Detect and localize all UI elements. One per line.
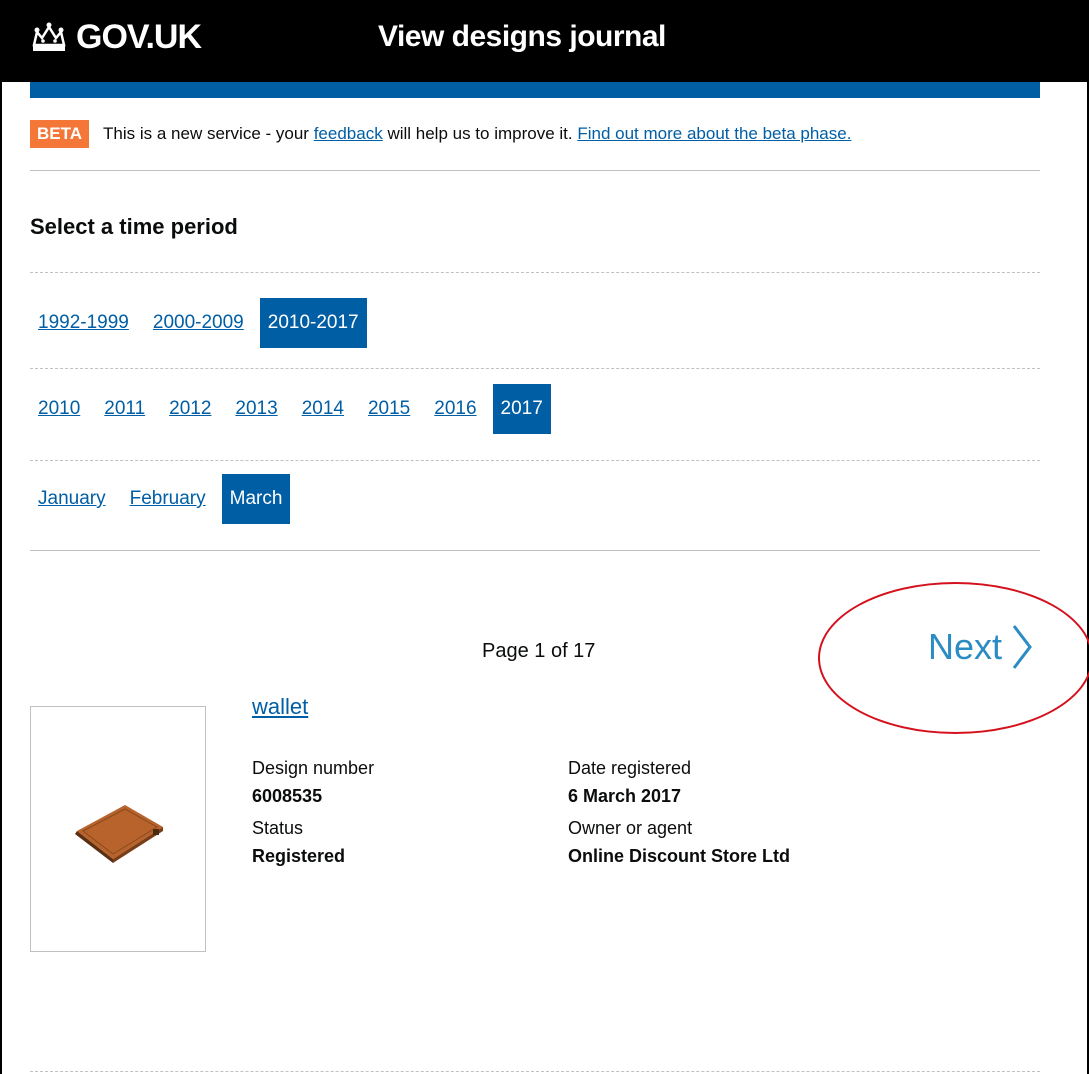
feedback-link[interactable]: feedback xyxy=(314,124,383,144)
year-filter-row: 2010 2011 2012 2013 2014 2015 2016 2017 xyxy=(30,384,559,434)
period-filter-row: 1992-1999 2000-2009 2010-2017 xyxy=(30,298,375,348)
year-2010[interactable]: 2010 xyxy=(30,384,88,434)
month-january[interactable]: January xyxy=(30,474,114,524)
year-2011[interactable]: 2011 xyxy=(96,384,153,434)
site-header: GOV.UK View designs journal xyxy=(0,0,1089,82)
time-period-heading: Select a time period xyxy=(30,214,238,239)
govuk-logo-link[interactable]: GOV.UK xyxy=(30,18,202,57)
beta-text-after: will help us to improve it. xyxy=(387,124,573,143)
status-value: Registered xyxy=(252,846,346,866)
chevron-right-icon xyxy=(1012,625,1032,669)
next-page-link[interactable]: Next xyxy=(928,622,1034,672)
brand-text: GOV.UK xyxy=(76,18,202,56)
date-registered-label: Date registered xyxy=(568,758,692,778)
divider xyxy=(30,460,1040,461)
service-name-link[interactable]: View designs journal xyxy=(378,20,666,54)
year-2014[interactable]: 2014 xyxy=(294,384,352,434)
design-title-link[interactable]: wallet xyxy=(252,694,308,720)
header-blue-bar xyxy=(30,82,1040,98)
year-2015[interactable]: 2015 xyxy=(360,384,418,434)
crown-icon xyxy=(32,22,66,51)
wallet-image xyxy=(75,805,163,863)
divider xyxy=(30,368,1040,369)
page-info: Page 1 of 17 xyxy=(482,640,596,662)
divider xyxy=(30,170,1040,171)
month-march[interactable]: March xyxy=(221,474,291,524)
year-2013[interactable]: 2013 xyxy=(227,384,285,434)
design-number-label: Design number xyxy=(252,758,375,778)
beta-more-link[interactable]: Find out more about the beta phase. xyxy=(577,124,851,144)
divider xyxy=(30,272,1040,273)
period-2010-2017[interactable]: 2010-2017 xyxy=(259,298,367,348)
year-2016[interactable]: 2016 xyxy=(426,384,484,434)
owner-value: Online Discount Store Ltd xyxy=(568,846,791,866)
period-2000-2009[interactable]: 2000-2009 xyxy=(145,298,252,348)
beta-text-before: This is a new service - your xyxy=(103,124,309,143)
beta-tag: BETA xyxy=(30,120,90,148)
year-2017[interactable]: 2017 xyxy=(492,384,551,434)
month-february[interactable]: February xyxy=(122,474,214,524)
date-registered-value: 6 March 2017 xyxy=(568,786,682,806)
period-1992-1999[interactable]: 1992-1999 xyxy=(30,298,137,348)
month-filter-row: January February March xyxy=(30,474,298,524)
design-number-value: 6008535 xyxy=(252,786,323,806)
status-label: Status xyxy=(252,818,304,838)
next-label: Next xyxy=(928,626,1003,667)
owner-label: Owner or agent xyxy=(568,818,693,838)
design-thumbnail[interactable] xyxy=(30,706,206,952)
divider xyxy=(30,1071,1040,1072)
year-2012[interactable]: 2012 xyxy=(161,384,219,434)
beta-banner: BETA This is a new service - your feedba… xyxy=(30,120,851,148)
divider xyxy=(30,550,1040,551)
